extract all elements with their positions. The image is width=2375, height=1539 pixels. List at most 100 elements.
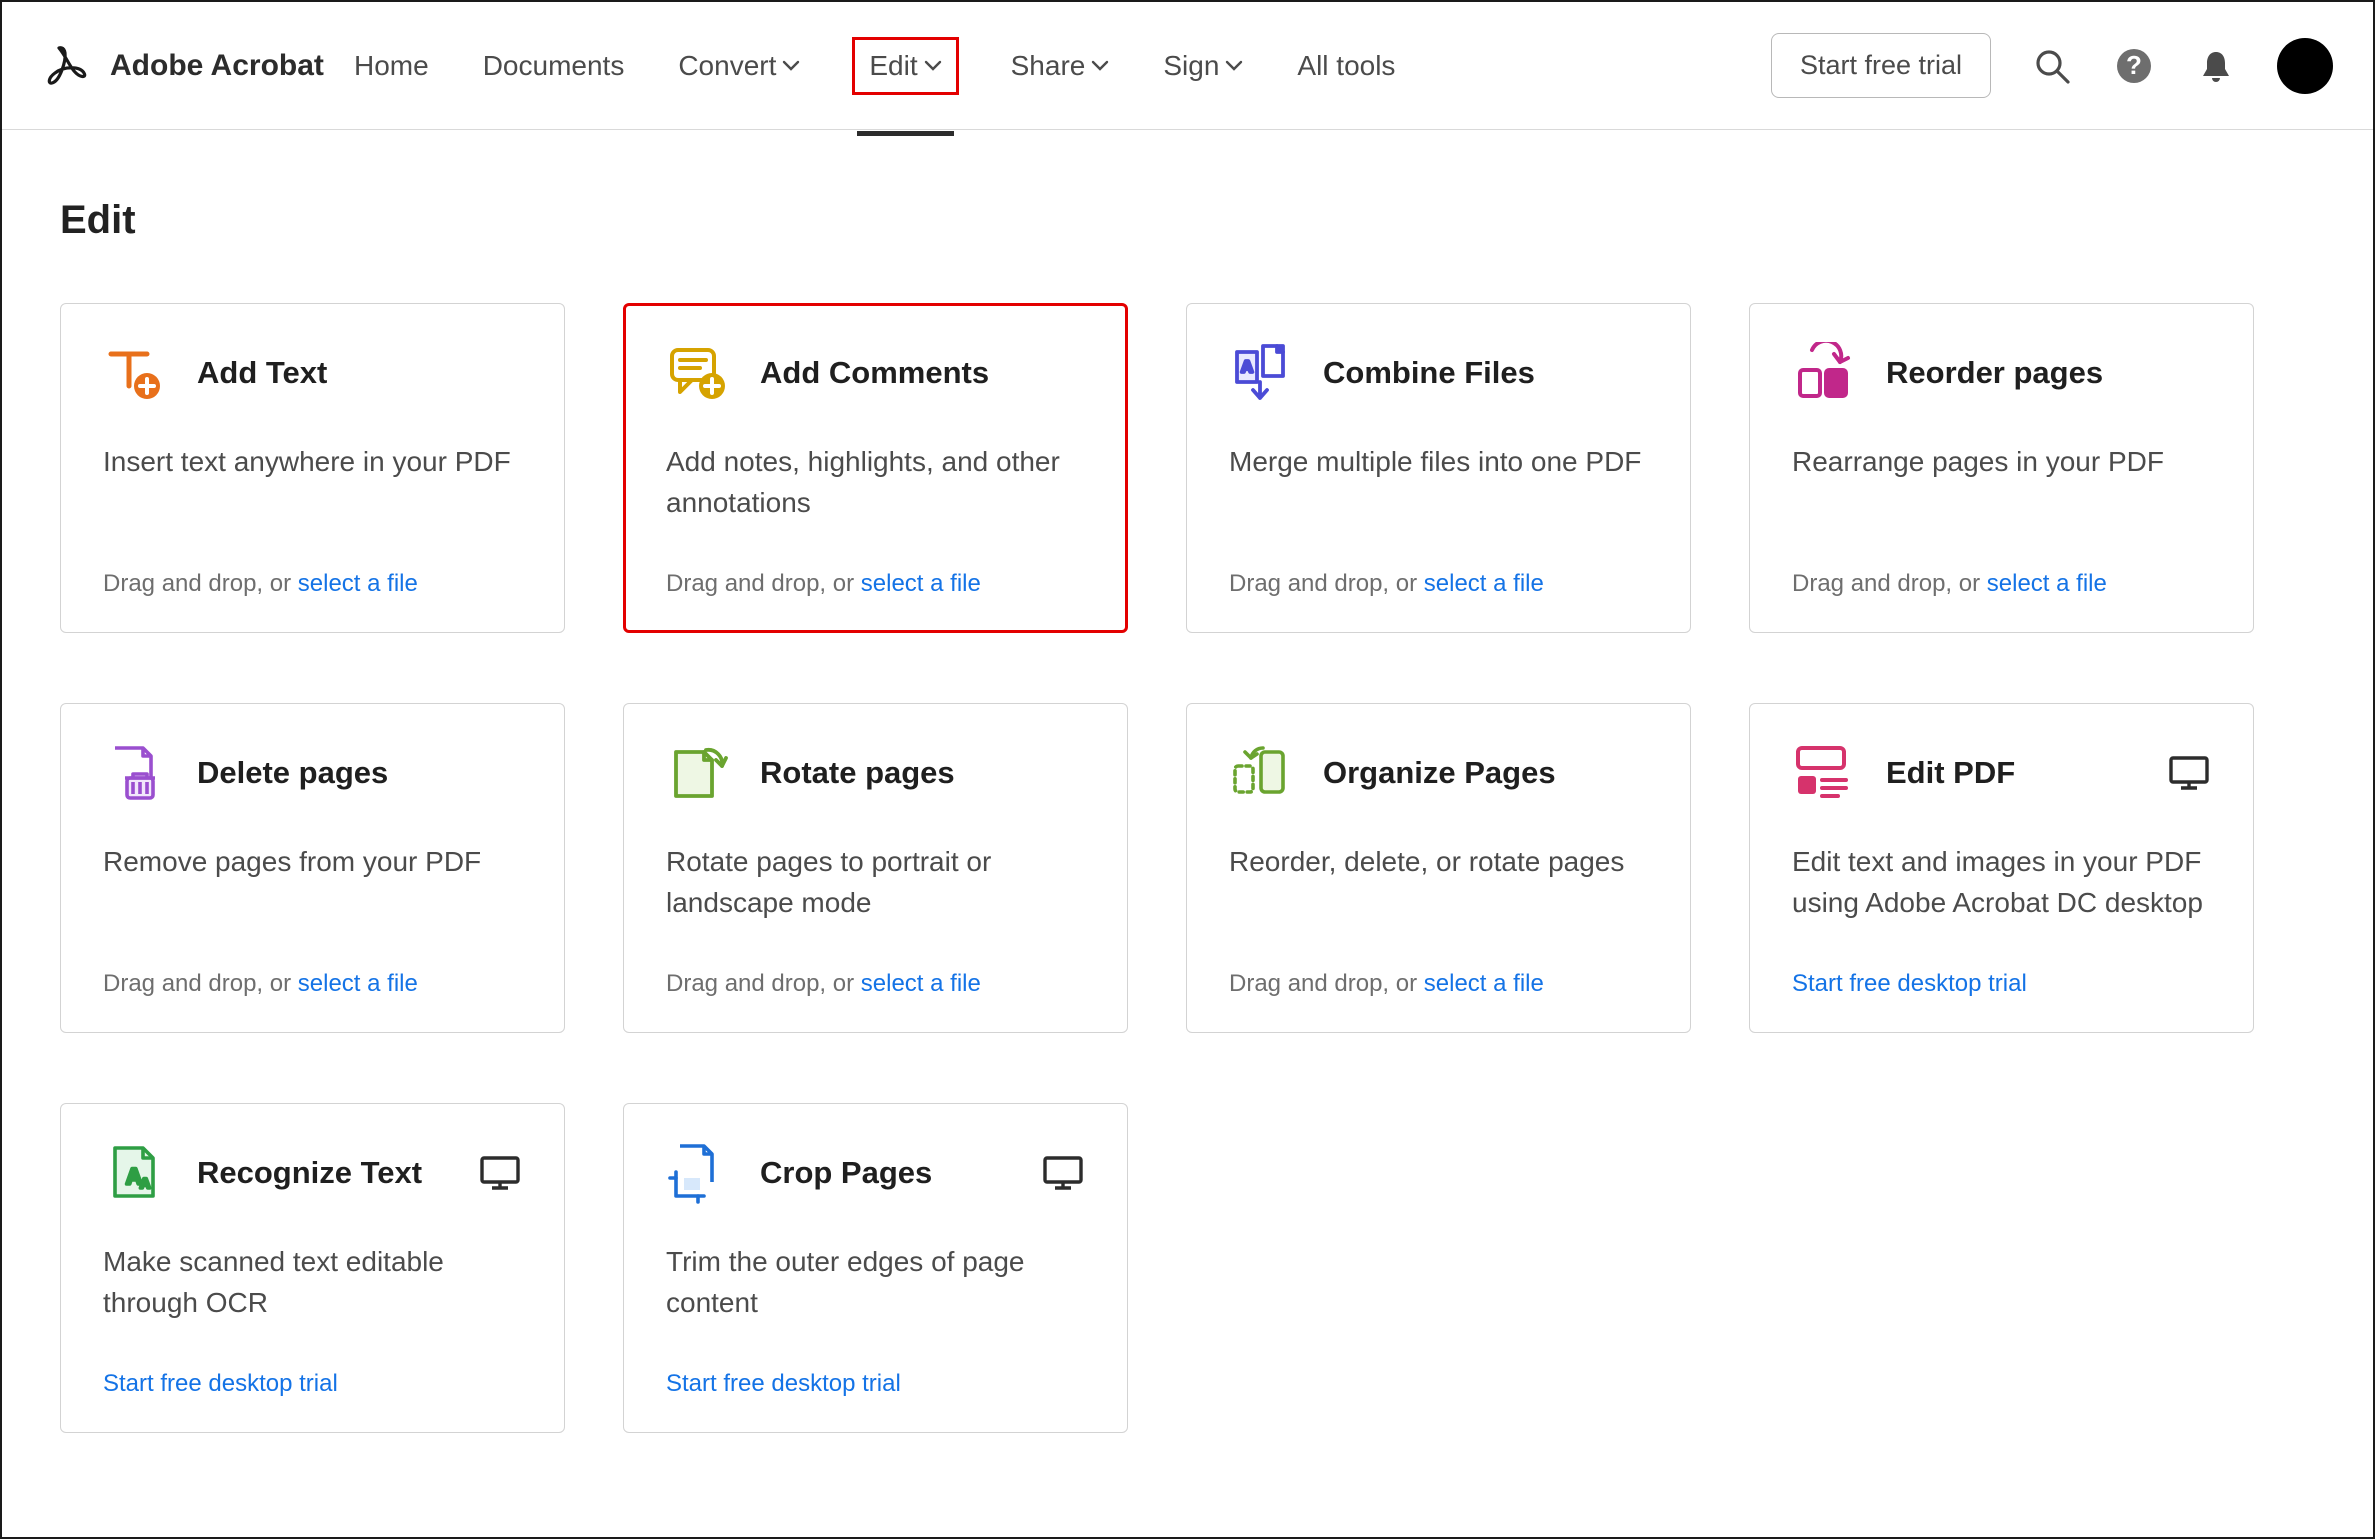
- nav-convert[interactable]: Convert: [676, 42, 802, 90]
- card-delete-pages[interactable]: Delete pages Remove pages from your PDF …: [60, 703, 565, 1033]
- card-combine-files[interactable]: A Combine Files Merge multiple files int…: [1186, 303, 1691, 633]
- select-file-link[interactable]: select a file: [861, 970, 981, 997]
- notifications-icon[interactable]: [2195, 45, 2237, 87]
- card-desc: Make scanned text editable through OCR: [103, 1242, 522, 1323]
- select-file-link[interactable]: select a file: [1424, 570, 1544, 597]
- card-desc: Merge multiple files into one PDF: [1229, 442, 1648, 483]
- card-drop-hint: Drag and drop, or select a file: [103, 544, 522, 598]
- drop-prefix: Drag and drop, or: [103, 570, 298, 597]
- add-text-icon: [103, 342, 165, 404]
- drop-prefix: Drag and drop, or: [1229, 570, 1424, 597]
- nav-share[interactable]: Share: [1009, 42, 1112, 90]
- nav-sign[interactable]: Sign: [1161, 42, 1245, 90]
- nav-documents-label: Documents: [483, 50, 625, 82]
- card-title: Reorder pages: [1886, 355, 2103, 391]
- combine-files-icon: A: [1229, 342, 1291, 404]
- chevron-down-icon: [1091, 60, 1109, 72]
- help-icon[interactable]: ?: [2113, 45, 2155, 87]
- card-title: Edit PDF: [1886, 755, 2015, 791]
- start-desktop-trial-link[interactable]: Start free desktop trial: [103, 1344, 522, 1398]
- card-title: Delete pages: [197, 755, 388, 791]
- reorder-pages-icon: [1792, 342, 1854, 404]
- card-add-comments[interactable]: Add Comments Add notes, highlights, and …: [623, 303, 1128, 633]
- card-title: Organize Pages: [1323, 755, 1556, 791]
- delete-pages-icon: [103, 742, 165, 804]
- card-desc: Add notes, highlights, and other annotat…: [666, 442, 1085, 523]
- desktop-icon: [478, 1154, 522, 1192]
- chevron-down-icon: [1225, 60, 1243, 72]
- header-actions: Start free trial ?: [1771, 33, 2333, 98]
- card-organize-pages[interactable]: Organize Pages Reorder, delete, or rotat…: [1186, 703, 1691, 1033]
- card-drop-hint: Drag and drop, or select a file: [1229, 544, 1648, 598]
- nav-edit[interactable]: Edit: [852, 37, 958, 95]
- brand-block: Adobe Acrobat: [42, 41, 352, 91]
- card-drop-hint: Drag and drop, or select a file: [1792, 544, 2211, 598]
- recognize-text-icon: A A: [103, 1142, 165, 1204]
- tool-card-grid: Add Text Insert text anywhere in your PD…: [60, 303, 2315, 1433]
- card-desc: Rearrange pages in your PDF: [1792, 442, 2211, 483]
- card-reorder-pages[interactable]: Reorder pages Rearrange pages in your PD…: [1749, 303, 2254, 633]
- svg-text:A: A: [1241, 359, 1253, 376]
- card-title: Rotate pages: [760, 755, 955, 791]
- app-header: Adobe Acrobat Home Documents Convert Edi…: [2, 2, 2373, 130]
- card-title: Crop Pages: [760, 1155, 932, 1191]
- nav-home[interactable]: Home: [352, 42, 431, 90]
- start-desktop-trial-link[interactable]: Start free desktop trial: [1792, 944, 2211, 998]
- select-file-link[interactable]: select a file: [298, 970, 418, 997]
- card-title: Add Comments: [760, 355, 989, 391]
- select-file-link[interactable]: select a file: [298, 570, 418, 597]
- card-title: Add Text: [197, 355, 327, 391]
- chevron-down-icon: [782, 60, 800, 72]
- card-add-text[interactable]: Add Text Insert text anywhere in your PD…: [60, 303, 565, 633]
- drop-prefix: Drag and drop, or: [1792, 570, 1987, 597]
- card-title: Combine Files: [1323, 355, 1535, 391]
- nav-sign-label: Sign: [1163, 50, 1219, 82]
- brand-name: Adobe Acrobat: [110, 49, 324, 83]
- card-drop-hint: Drag and drop, or select a file: [666, 544, 1085, 598]
- desktop-icon: [2167, 754, 2211, 792]
- card-desc: Reorder, delete, or rotate pages: [1229, 842, 1648, 883]
- drop-prefix: Drag and drop, or: [1229, 970, 1424, 997]
- crop-pages-icon: [666, 1142, 728, 1204]
- card-rotate-pages[interactable]: Rotate pages Rotate pages to portrait or…: [623, 703, 1128, 1033]
- acrobat-logo-icon: [42, 41, 92, 91]
- card-drop-hint: Drag and drop, or select a file: [103, 944, 522, 998]
- nav-convert-label: Convert: [678, 50, 776, 82]
- card-title: Recognize Text: [197, 1155, 422, 1191]
- card-desc: Trim the outer edges of page content: [666, 1242, 1085, 1323]
- svg-text:?: ?: [2126, 50, 2142, 80]
- edit-pdf-icon: [1792, 742, 1854, 804]
- card-desc: Rotate pages to portrait or landscape mo…: [666, 842, 1085, 923]
- page-title: Edit: [60, 198, 2315, 243]
- search-icon[interactable]: [2031, 45, 2073, 87]
- start-free-trial-button[interactable]: Start free trial: [1771, 33, 1991, 98]
- nav-all-tools-label: All tools: [1297, 50, 1395, 82]
- card-edit-pdf[interactable]: Edit PDF Edit text and images in your PD…: [1749, 703, 2254, 1033]
- nav-edit-label: Edit: [869, 50, 917, 82]
- drop-prefix: Drag and drop, or: [666, 970, 861, 997]
- avatar[interactable]: [2277, 38, 2333, 94]
- page-main: Edit Add Text Insert text anywhere in yo…: [2, 130, 2373, 1501]
- select-file-link[interactable]: select a file: [861, 570, 981, 597]
- start-desktop-trial-link[interactable]: Start free desktop trial: [666, 1344, 1085, 1398]
- card-drop-hint: Drag and drop, or select a file: [666, 944, 1085, 998]
- drop-prefix: Drag and drop, or: [103, 970, 298, 997]
- nav-home-label: Home: [354, 50, 429, 82]
- main-nav: Home Documents Convert Edit Share Sign: [352, 37, 1397, 95]
- organize-pages-icon: [1229, 742, 1291, 804]
- card-desc: Edit text and images in your PDF using A…: [1792, 842, 2211, 923]
- chevron-down-icon: [924, 60, 942, 72]
- nav-documents[interactable]: Documents: [481, 42, 627, 90]
- add-comments-icon: [666, 342, 728, 404]
- svg-text:A: A: [140, 1175, 150, 1191]
- nav-all-tools[interactable]: All tools: [1295, 42, 1397, 90]
- card-desc: Remove pages from your PDF: [103, 842, 522, 883]
- select-file-link[interactable]: select a file: [1987, 570, 2107, 597]
- card-crop-pages[interactable]: Crop Pages Trim the outer edges of page …: [623, 1103, 1128, 1433]
- nav-share-label: Share: [1011, 50, 1086, 82]
- desktop-icon: [1041, 1154, 1085, 1192]
- card-drop-hint: Drag and drop, or select a file: [1229, 944, 1648, 998]
- drop-prefix: Drag and drop, or: [666, 570, 861, 597]
- card-recognize-text[interactable]: A A Recognize Text Make scanned text edi…: [60, 1103, 565, 1433]
- select-file-link[interactable]: select a file: [1424, 970, 1544, 997]
